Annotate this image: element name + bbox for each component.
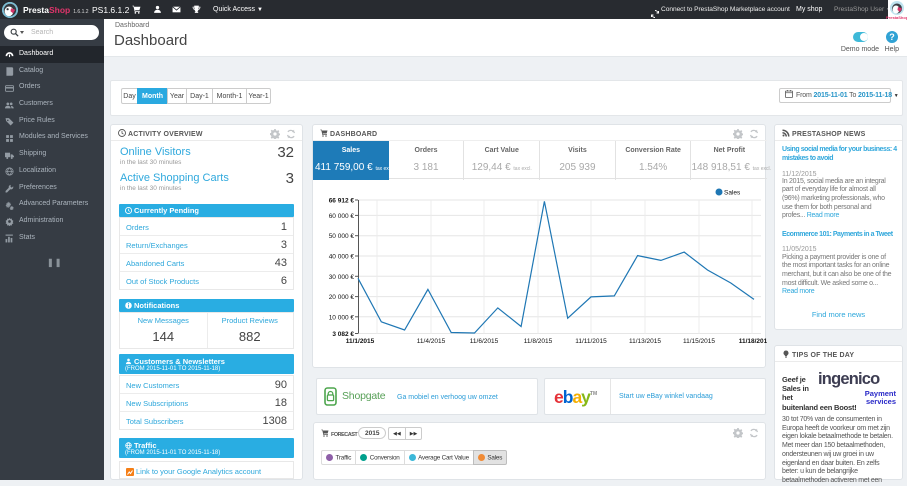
svg-text:11/11/2015: 11/11/2015 (575, 338, 607, 345)
svg-text:10 000 €: 10 000 € (329, 314, 355, 321)
svg-text:30 000 €: 30 000 € (329, 274, 355, 281)
svg-text:11/4/2015: 11/4/2015 (417, 338, 446, 345)
svg-text:20 000 €: 20 000 € (329, 294, 355, 301)
svg-text:11/13/2015: 11/13/2015 (629, 338, 661, 345)
svg-text:11/8/2015: 11/8/2015 (524, 338, 553, 345)
svg-text:Sales: Sales (724, 190, 741, 197)
svg-text:11/6/2015: 11/6/2015 (470, 338, 499, 345)
svg-text:3 082 €: 3 082 € (332, 331, 354, 338)
svg-text:60 000 €: 60 000 € (329, 213, 355, 220)
svg-text:66 912 €: 66 912 € (329, 198, 355, 205)
svg-text:11/18/201: 11/18/201 (739, 338, 767, 345)
svg-text:11/15/2015: 11/15/2015 (683, 338, 715, 345)
svg-text:50 000 €: 50 000 € (329, 233, 355, 240)
svg-text:11/1/2015: 11/1/2015 (346, 338, 375, 345)
svg-text:40 000 €: 40 000 € (329, 254, 355, 261)
